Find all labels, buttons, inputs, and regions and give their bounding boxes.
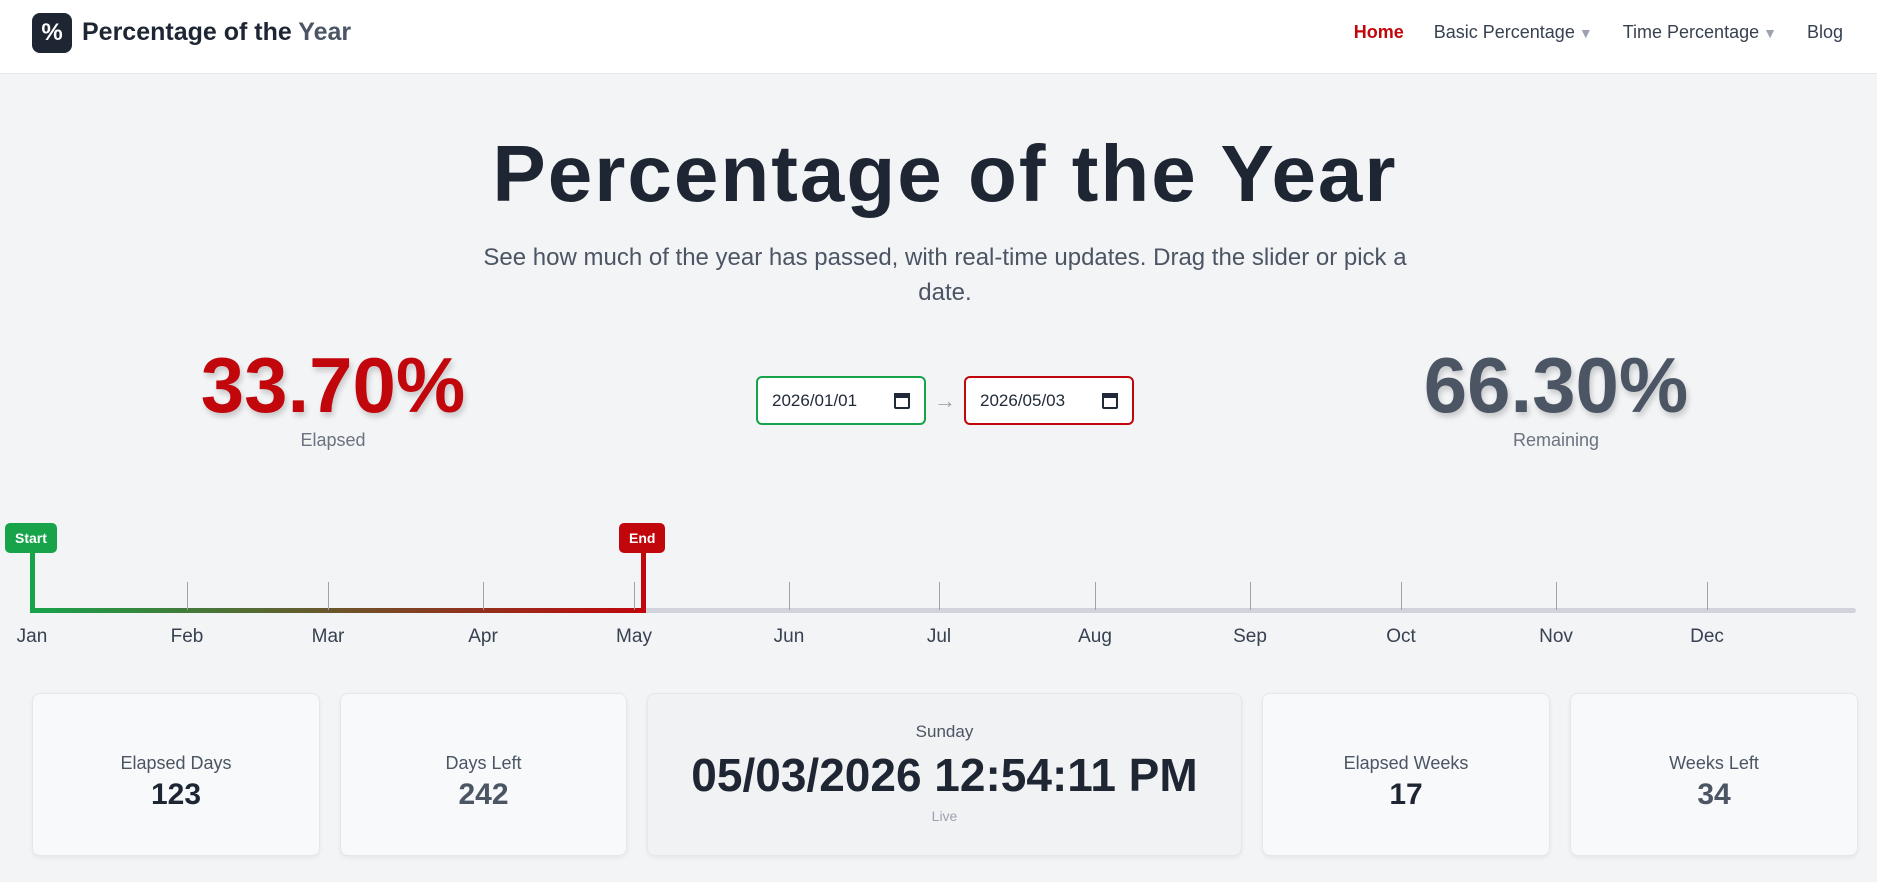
month-label-jun: Jun [773,626,805,647]
nav-link-home[interactable]: Home [1354,22,1404,43]
end-handle-pole[interactable] [641,550,646,613]
month-label-may: May [616,626,652,647]
elapsed-days-value: 123 [150,778,202,811]
month-tick [1401,582,1402,610]
arrow-right-icon: → [934,387,956,413]
month-label-jul: Jul [926,626,952,647]
days-left-card: Days Left 242 [340,693,627,856]
month-label-nov: Nov [1539,626,1573,647]
brand-accent-text: Year [298,18,352,46]
elapsed-weeks-card: Elapsed Weeks 17 [1262,693,1550,856]
page-subtitle: See how much of the year has passed, wit… [483,244,1407,306]
end-date-input[interactable]: 2026/05/03 [964,376,1134,425]
elapsed-weeks-label: Elapsed Weeks [1343,753,1469,773]
elapsed-weeks-value: 17 [1389,778,1423,811]
start-handle-pole[interactable] [30,550,35,613]
days-left-label: Days Left [445,753,522,773]
start-handle[interactable]: Start [5,523,57,553]
weeks-left-label: Weeks Left [1669,753,1759,773]
month-label-apr: Apr [468,626,498,647]
elapsed-days-card: Elapsed Days 123 [32,693,320,856]
top-navbar: % Percentage of the Year Home Basic Perc… [0,0,1877,74]
month-tick [187,582,188,610]
elapsed-percent-value: 33.70% [200,341,466,429]
weeks-left-value: 34 [1697,778,1731,811]
brand-main-text: Percentage of the [82,18,299,46]
month-tick [939,582,940,610]
year-timeline-slider[interactable]: Start End Jan Feb Mar Apr May Jun Jul Aug Sep Oct… [0,520,1877,650]
page-title: Percentage of the Year [492,129,1398,218]
date-range-picker: 2026/01/01 → 2026/05/03 [756,376,1134,425]
caret-down-icon: ▼ [1578,25,1593,41]
calendar-icon[interactable] [1102,392,1118,409]
nav-link-label: Basic Percentage [1433,22,1575,42]
elapsed-percent-label: Elapsed [300,430,366,450]
caret-down-icon: ▼ [1763,25,1777,41]
start-date-input[interactable]: 2026/01/01 [756,376,926,425]
days-left-value: 242 [458,778,509,811]
nav-links: Home Basic Percentage ▼ Time Percentage ▼ … [1354,22,1843,43]
remaining-percent-label: Remaining [1512,430,1600,450]
month-tick [1250,582,1251,610]
nav-link-basic-percentage[interactable]: Basic Percentage ▼ [1434,22,1593,43]
elapsed-days-label: Elapsed Days [120,753,232,773]
nav-link-time-percentage[interactable]: Time Percentage ▼ [1623,22,1777,43]
calendar-icon[interactable] [894,392,910,409]
month-label-sep: Sep [1233,626,1267,647]
month-label-feb: Feb [170,626,204,647]
month-tick [634,582,635,610]
month-tick [1707,582,1708,610]
month-tick [1556,582,1557,610]
month-label-jan: Jan [16,626,48,647]
end-date-value: 2026/05/03 [980,390,1066,410]
clock-live-status: Live [931,808,958,824]
logo-icon[interactable]: % [32,13,72,53]
remaining-percent-value: 66.30% [1423,341,1689,429]
month-tick [328,582,329,610]
start-date-value: 2026/01/01 [772,390,858,410]
clock-day: Sunday [915,722,974,741]
month-label-dec: Dec [1690,626,1724,647]
month-label-oct: Oct [1386,626,1416,647]
month-tick [483,582,484,610]
month-tick [789,582,790,610]
remaining-percent-block: 66.30% Remaining [1376,340,1736,451]
month-tick [1095,582,1096,610]
nav-link-blog[interactable]: Blog [1807,22,1843,43]
month-label-aug: Aug [1078,626,1112,647]
live-clock-card: Sunday 05/03/2026 12:54:11 PM Live [647,693,1242,856]
timeline-progress-fill [30,608,644,613]
end-handle[interactable]: End [619,523,666,553]
weeks-left-card: Weeks Left 34 [1570,693,1858,856]
month-label-mar: Mar [311,626,345,647]
brand-name[interactable]: Percentage of the Year [82,18,351,47]
nav-link-label: Time Percentage [1622,22,1760,42]
clock-datetime: 05/03/2026 12:54:11 PM [691,749,1198,801]
elapsed-percent-block: 33.70% Elapsed [153,340,513,451]
